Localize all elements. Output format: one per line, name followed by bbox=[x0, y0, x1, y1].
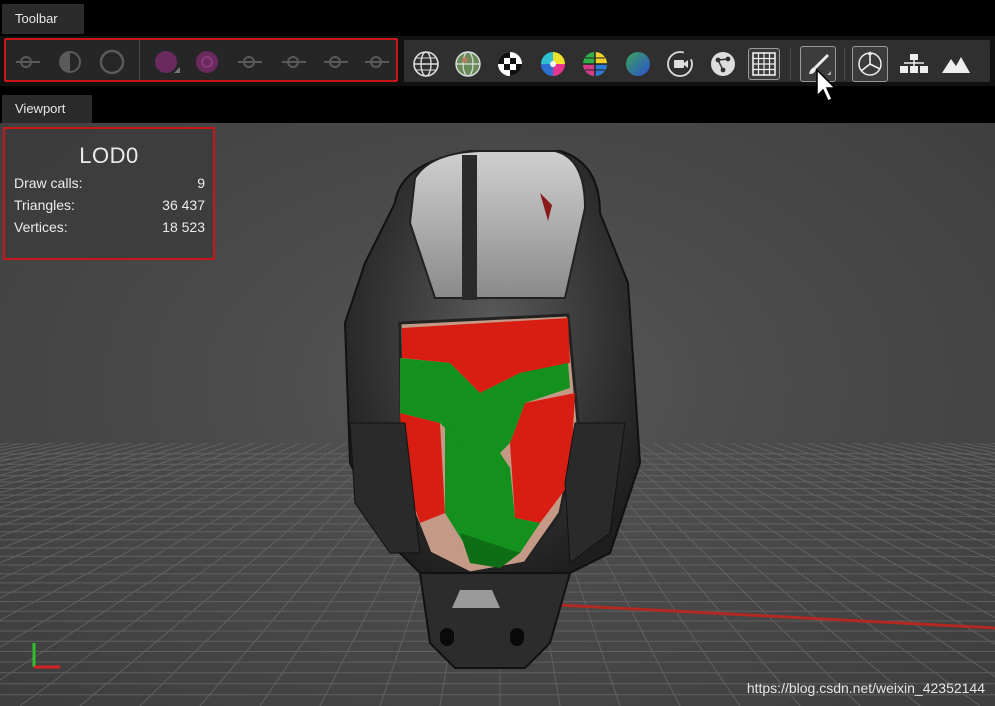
half-circle-icon[interactable] bbox=[54, 46, 86, 78]
transform-gizmo-icon[interactable] bbox=[852, 46, 888, 82]
view-mode-tool-group bbox=[404, 40, 990, 82]
separator bbox=[139, 40, 140, 80]
mouse-cursor-icon bbox=[815, 68, 839, 109]
graph-nodes-icon[interactable] bbox=[707, 48, 739, 80]
grid-icon[interactable] bbox=[748, 48, 780, 80]
stat-row: Draw calls: 9 bbox=[5, 175, 213, 191]
stat-value: 18 523 bbox=[162, 219, 205, 235]
stat-value: 36 437 bbox=[162, 197, 205, 213]
magenta-sphere-icon[interactable] bbox=[151, 46, 183, 78]
stat-value: 9 bbox=[197, 175, 205, 191]
gradient-sphere-icon[interactable] bbox=[622, 48, 654, 80]
lod-level: LOD0 bbox=[79, 143, 139, 168]
watermark: https://blog.csdn.net/weixin_42352144 bbox=[746, 680, 985, 696]
terrain-icon[interactable] bbox=[940, 48, 972, 80]
slider-icon[interactable] bbox=[320, 46, 352, 78]
hierarchy-icon[interactable] bbox=[898, 48, 930, 80]
separator bbox=[790, 48, 791, 80]
circle-outline-icon[interactable] bbox=[96, 46, 128, 78]
slider-icon[interactable] bbox=[278, 46, 310, 78]
lod-stats-panel: LOD0 Draw calls: 9 Triangles: 36 437 Ver… bbox=[3, 127, 215, 260]
toolbar-tab[interactable]: Toolbar bbox=[2, 4, 84, 34]
checker-icon[interactable] bbox=[494, 48, 526, 80]
stat-label: Vertices: bbox=[14, 219, 68, 235]
color-grid-icon[interactable] bbox=[579, 48, 611, 80]
viewport-tab[interactable]: Viewport bbox=[2, 95, 92, 123]
wireframe-sphere-icon[interactable] bbox=[410, 48, 442, 80]
camera-icon[interactable] bbox=[664, 48, 696, 80]
stat-row: Vertices: 18 523 bbox=[5, 219, 213, 235]
stat-label: Triangles: bbox=[14, 197, 75, 213]
slider-icon[interactable] bbox=[12, 46, 44, 78]
x-axis-line bbox=[519, 601, 995, 630]
color-wheel-icon[interactable] bbox=[537, 48, 569, 80]
magenta-ring-icon[interactable] bbox=[191, 46, 223, 78]
axis-gizmo-icon bbox=[30, 639, 64, 678]
3d-viewport[interactable]: LOD0 Draw calls: 9 Triangles: 36 437 Ver… bbox=[0, 123, 995, 706]
textured-sphere-icon[interactable] bbox=[452, 48, 484, 80]
stat-row: Triangles: 36 437 bbox=[5, 197, 213, 213]
slider-icon[interactable] bbox=[234, 46, 266, 78]
toolbar bbox=[0, 36, 995, 86]
stat-label: Draw calls: bbox=[14, 175, 83, 191]
separator bbox=[844, 48, 845, 80]
slider-icon[interactable] bbox=[361, 46, 393, 78]
helmet-model[interactable] bbox=[343, 150, 642, 669]
disabled-tool-group bbox=[4, 38, 398, 82]
